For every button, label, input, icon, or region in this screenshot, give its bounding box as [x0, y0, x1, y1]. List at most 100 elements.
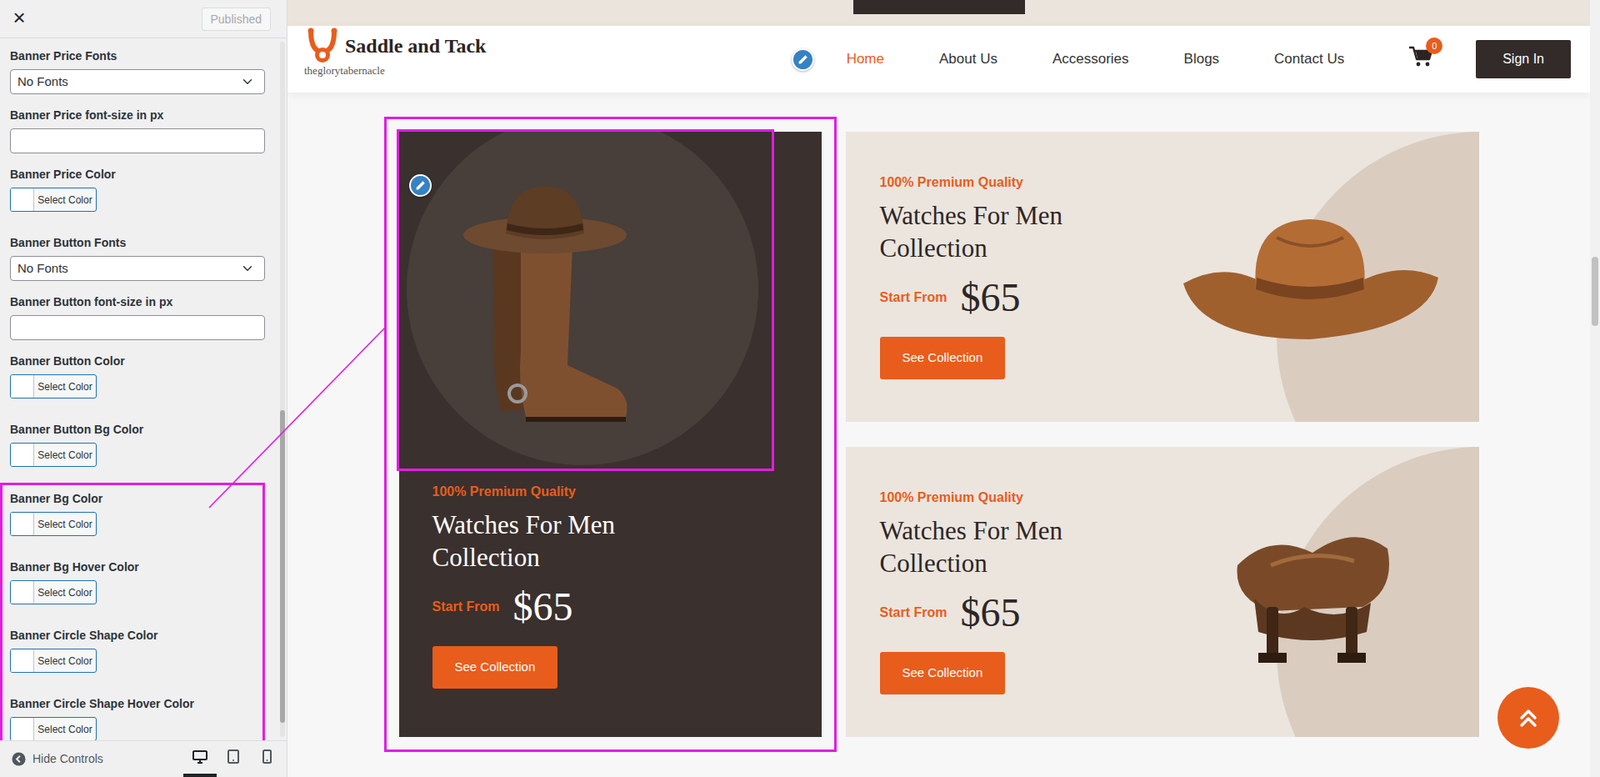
font-select[interactable]: No Fonts: [10, 255, 265, 281]
setting-field: Banner Button font-size in px: [10, 293, 265, 340]
setting-field: Banner Bg Color Select Color: [10, 490, 263, 541]
menu-link[interactable]: Contact Us: [1274, 50, 1345, 67]
setting-field: Banner Button Bg Color Select Color: [10, 420, 265, 472]
hide-controls-label[interactable]: Hide Controls: [32, 750, 104, 768]
select-color-button[interactable]: Select Color: [34, 580, 96, 604]
scrollbar-thumb[interactable]: [1591, 256, 1599, 327]
scrollbar-thumb[interactable]: [280, 410, 285, 723]
setting-field: Banner Price Color Select Color: [10, 165, 265, 217]
setting-label: Banner Price font-size in px: [10, 106, 265, 124]
menu-link[interactable]: Accessories: [1052, 50, 1130, 67]
cowboy-hat-image: [1176, 204, 1444, 350]
setting-field: Banner Circle Shape ColorSelect Color: [10, 626, 263, 678]
setting-label: Banner Bg Color: [10, 490, 263, 507]
banner-title: Watches For Men Collection: [880, 514, 1130, 580]
saddle-image: [1220, 515, 1400, 670]
font-select[interactable]: No Fonts: [10, 69, 265, 95]
banner-slot: 100% Premium QualityWatches For Men Coll…: [845, 131, 1480, 422]
scrollbar[interactable]: [277, 38, 288, 740]
color-picker[interactable]: Select Color: [10, 580, 97, 605]
price-label: Start From: [432, 596, 500, 617]
scrollbar-track: [280, 41, 285, 737]
menu-link[interactable]: Blogs: [1184, 50, 1220, 67]
edit-pencil-icon[interactable]: [409, 174, 432, 197]
menu-item: Blogs: [1184, 48, 1220, 70]
see-collection-button[interactable]: See Collection: [432, 645, 559, 689]
select-color-button[interactable]: Select Color: [34, 649, 96, 672]
see-collection-button[interactable]: See Collection: [880, 651, 1006, 695]
banner-content: 100% Premium QualityWatches For Men Coll…: [845, 157, 1175, 396]
device-button[interactable]: [183, 740, 217, 777]
select-color-button[interactable]: Select Color: [34, 188, 96, 211]
site-tagline: theglorytabernacle: [304, 62, 486, 80]
desktop-icon: [192, 750, 208, 764]
banner-price: $65: [960, 589, 1020, 635]
color-picker[interactable]: Select Color: [10, 511, 97, 536]
horseshoe-logo-icon: [303, 27, 342, 65]
annotation-arrow: [0, 0, 1600, 777]
color-picker[interactable]: Select Color: [10, 187, 97, 212]
banner-price: $65: [960, 274, 1020, 320]
site-title[interactable]: Saddle and Tack: [345, 33, 486, 59]
color-picker[interactable]: Select Color: [10, 716, 97, 740]
size-input[interactable]: [10, 315, 265, 340]
setting-label: Banner Button font-size in px: [10, 293, 265, 310]
size-input[interactable]: [10, 128, 265, 154]
sign-in-button[interactable]: Sign In: [1475, 40, 1571, 79]
color-swatch: [10, 512, 35, 535]
select-value: No Fonts: [17, 74, 69, 89]
banner-image: [1175, 515, 1446, 670]
cart-button[interactable]: 0: [1408, 45, 1434, 74]
select-color-button[interactable]: Select Color: [34, 443, 96, 466]
menu-link[interactable]: About Us: [939, 50, 998, 67]
publish-button[interactable]: Published: [201, 7, 272, 31]
site-preview: Saddle and Tack theglorytabernacle Home Abo…: [287, 0, 1600, 777]
banner-card[interactable]: 100% Premium QualityWatches For Men Coll…: [845, 446, 1480, 737]
price-label: Start From: [880, 287, 948, 308]
see-collection-button[interactable]: See Collection: [880, 336, 1006, 380]
color-picker[interactable]: Select Color: [10, 442, 97, 467]
banner-card[interactable]: 100% Premium QualityWatches For Men Coll…: [399, 131, 822, 737]
color-picker[interactable]: Select Color: [10, 648, 97, 673]
featured-column: 100% Premium QualityWatches For Men Coll…: [399, 131, 822, 737]
setting-field: Banner Button Color Select Color: [10, 352, 265, 404]
banner-card[interactable]: 100% Premium QualityWatches For Men Coll…: [845, 131, 1480, 422]
hide-controls-button[interactable]: Hide Controls: [11, 750, 104, 768]
edit-pencil-icon[interactable]: [791, 48, 815, 71]
banner-slot: 100% Premium QualityWatches For Men Coll…: [845, 446, 1480, 737]
setting-field: Banner Price font-size in px: [10, 106, 265, 154]
select-color-button[interactable]: Select Color: [34, 717, 96, 740]
select-color-button[interactable]: Select Color: [34, 512, 96, 535]
banner-price-row: Start From $65: [880, 274, 1175, 320]
setting-label: Banner Button Fonts: [10, 234, 265, 251]
device-button[interactable]: [250, 740, 284, 777]
setting-label: Banner Price Fonts: [10, 47, 265, 65]
setting-label: Banner Button Color: [10, 352, 265, 370]
banner-content: 100% Premium QualityWatches For Men Coll…: [845, 472, 1175, 711]
select-color-button[interactable]: Select Color: [34, 375, 96, 398]
color-picker[interactable]: Select Color: [10, 374, 97, 399]
device-button[interactable]: [216, 740, 250, 777]
double-chevron-up-icon: [1515, 705, 1541, 730]
preview-scrollbar[interactable]: [1590, 0, 1600, 777]
setting-field: Banner Circle Shape Hover ColorSelect Co…: [10, 695, 263, 740]
menu-link[interactable]: Home: [846, 50, 885, 67]
device-switcher: [183, 740, 284, 777]
setting-label: Banner Price Color: [10, 165, 265, 183]
cart-count-badge: 0: [1425, 37, 1443, 55]
banner-section: 100% Premium Quality Watches For Men Coll…: [399, 131, 1480, 737]
banner-eyebrow: 100% Premium Quality: [880, 174, 1175, 191]
site-brand[interactable]: Saddle and Tack theglorytabernacle: [303, 27, 486, 80]
mobile-icon: [262, 749, 272, 764]
menu-item: Home: [846, 48, 885, 70]
scroll-to-top-button[interactable]: [1497, 686, 1560, 749]
setting-label: Banner Button Bg Color: [10, 420, 265, 438]
setting-field: Banner Button Fonts No Fonts: [10, 234, 265, 281]
banner-image: [399, 131, 772, 469]
color-swatch: [10, 580, 35, 604]
banner-price-row: Start From$65: [432, 583, 789, 630]
section-button[interactable]: [853, 0, 1025, 15]
site-header: Saddle and Tack theglorytabernacle Home Abo…: [287, 25, 1590, 93]
previous-section: [287, 0, 1590, 26]
close-button[interactable]: ×: [0, 0, 39, 39]
